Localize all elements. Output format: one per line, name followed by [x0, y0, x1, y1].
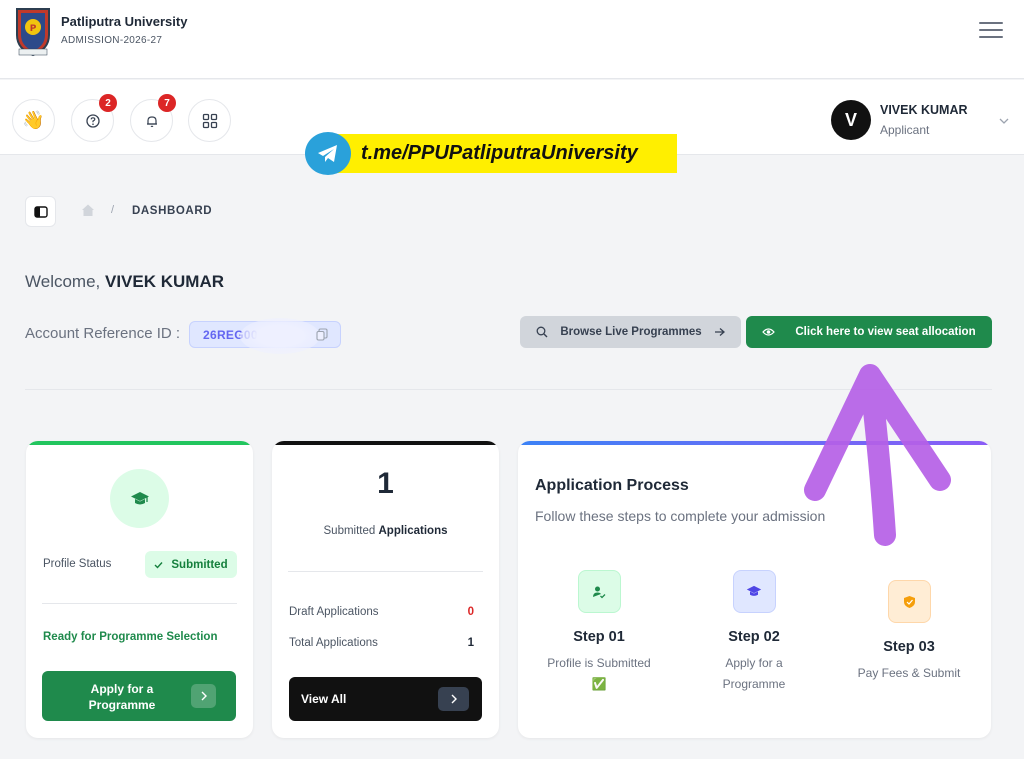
breadcrumb-separator: / — [111, 204, 115, 216]
help-icon — [85, 113, 100, 128]
search-icon — [536, 326, 548, 338]
account-reference-label: Account Reference ID : — [25, 325, 181, 342]
draft-applications-value: 0 — [467, 606, 474, 618]
check-icon — [154, 561, 163, 569]
account-reference-pill: 26REG00 — [189, 318, 341, 354]
user-check-icon — [577, 570, 621, 613]
apply-programme-button[interactable]: Apply for a Programme — [42, 671, 236, 721]
sidebar-toggle-button[interactable] — [25, 196, 56, 227]
home-icon[interactable] — [81, 203, 95, 217]
draft-applications-row: Draft Applications 0 — [289, 606, 474, 618]
step-3: Step 03 Pay Fees & Submit — [834, 580, 984, 684]
welcome-heading: Welcome, VIVEK KUMAR — [25, 272, 225, 291]
help-button[interactable]: 2 — [71, 94, 117, 142]
sidebar-icon — [33, 205, 48, 218]
waving-hand-icon: 👋 — [22, 110, 45, 130]
process-title: Application Process — [535, 477, 689, 494]
telegram-banner: t.me/PPUPatliputraUniversity — [305, 132, 677, 175]
browse-programmes-button[interactable]: Browse Live Programmes — [520, 316, 741, 348]
telegram-link-text: t.me/PPUPatliputraUniversity — [337, 134, 677, 173]
bell-icon — [146, 115, 157, 127]
checkmark-emoji: ✅ — [591, 677, 607, 691]
applications-card: 1 Submitted Applications Draft Applicati… — [272, 441, 499, 738]
total-applications-value: 1 — [467, 637, 474, 649]
view-seat-allocation-button[interactable]: Click here to view seat allocation — [746, 316, 992, 348]
telegram-icon — [305, 132, 351, 175]
view-all-button[interactable]: View All — [289, 677, 482, 721]
chevron-right-icon — [438, 687, 469, 711]
university-logo: P — [16, 8, 50, 57]
help-badge: 2 — [99, 94, 117, 112]
graduation-cap-icon — [732, 570, 776, 613]
user-avatar[interactable]: V — [831, 100, 871, 140]
copy-icon[interactable] — [316, 328, 328, 341]
chevron-down-icon[interactable] — [998, 115, 1010, 127]
grid-icon — [202, 113, 217, 128]
user-name: VIVEK KUMAR — [880, 103, 968, 117]
process-subtitle: Follow these steps to complete your admi… — [535, 508, 826, 524]
graduation-cap-icon — [110, 469, 169, 528]
brand-subtitle: ADMISSION-2026-27 — [61, 35, 163, 46]
chevron-right-icon — [191, 684, 216, 708]
step-1: Step 01 Profile is Submitted ✅ — [524, 570, 674, 695]
user-role: Applicant — [880, 123, 930, 137]
profile-status-label: Profile Status — [43, 558, 112, 570]
submitted-applications-count: 1 — [377, 467, 394, 500]
submitted-applications-label: Submitted Applications — [323, 525, 448, 537]
brand-name: Patliputra University — [61, 14, 188, 29]
application-process-card: Application Process Follow these steps t… — [518, 441, 991, 738]
top-header: P Patliputra University ADMISSION-2026-2… — [0, 0, 1024, 79]
arrow-right-icon — [714, 328, 725, 336]
ready-for-selection-text: Ready for Programme Selection — [43, 631, 218, 643]
notifications-badge: 7 — [158, 94, 176, 112]
wave-button[interactable]: 👋 — [12, 99, 55, 142]
section-divider — [25, 389, 992, 390]
apps-button[interactable] — [188, 99, 231, 142]
notifications-button[interactable]: 7 — [130, 94, 176, 142]
welcome-user-name: VIVEK KUMAR — [105, 272, 225, 291]
shield-icon — [887, 580, 931, 623]
redaction-blur — [240, 318, 320, 354]
total-applications-row: Total Applications 1 — [289, 637, 474, 649]
breadcrumb-current: DASHBOARD — [132, 205, 213, 217]
profile-status-badge: Submitted — [145, 551, 237, 578]
hamburger-menu-icon[interactable] — [979, 22, 1003, 40]
step-2: Step 02 Apply for a Programme — [679, 570, 829, 695]
eye-icon — [762, 328, 776, 336]
svg-text:P: P — [30, 24, 37, 34]
profile-status-card: Profile Status Submitted Ready for Progr… — [26, 441, 253, 738]
